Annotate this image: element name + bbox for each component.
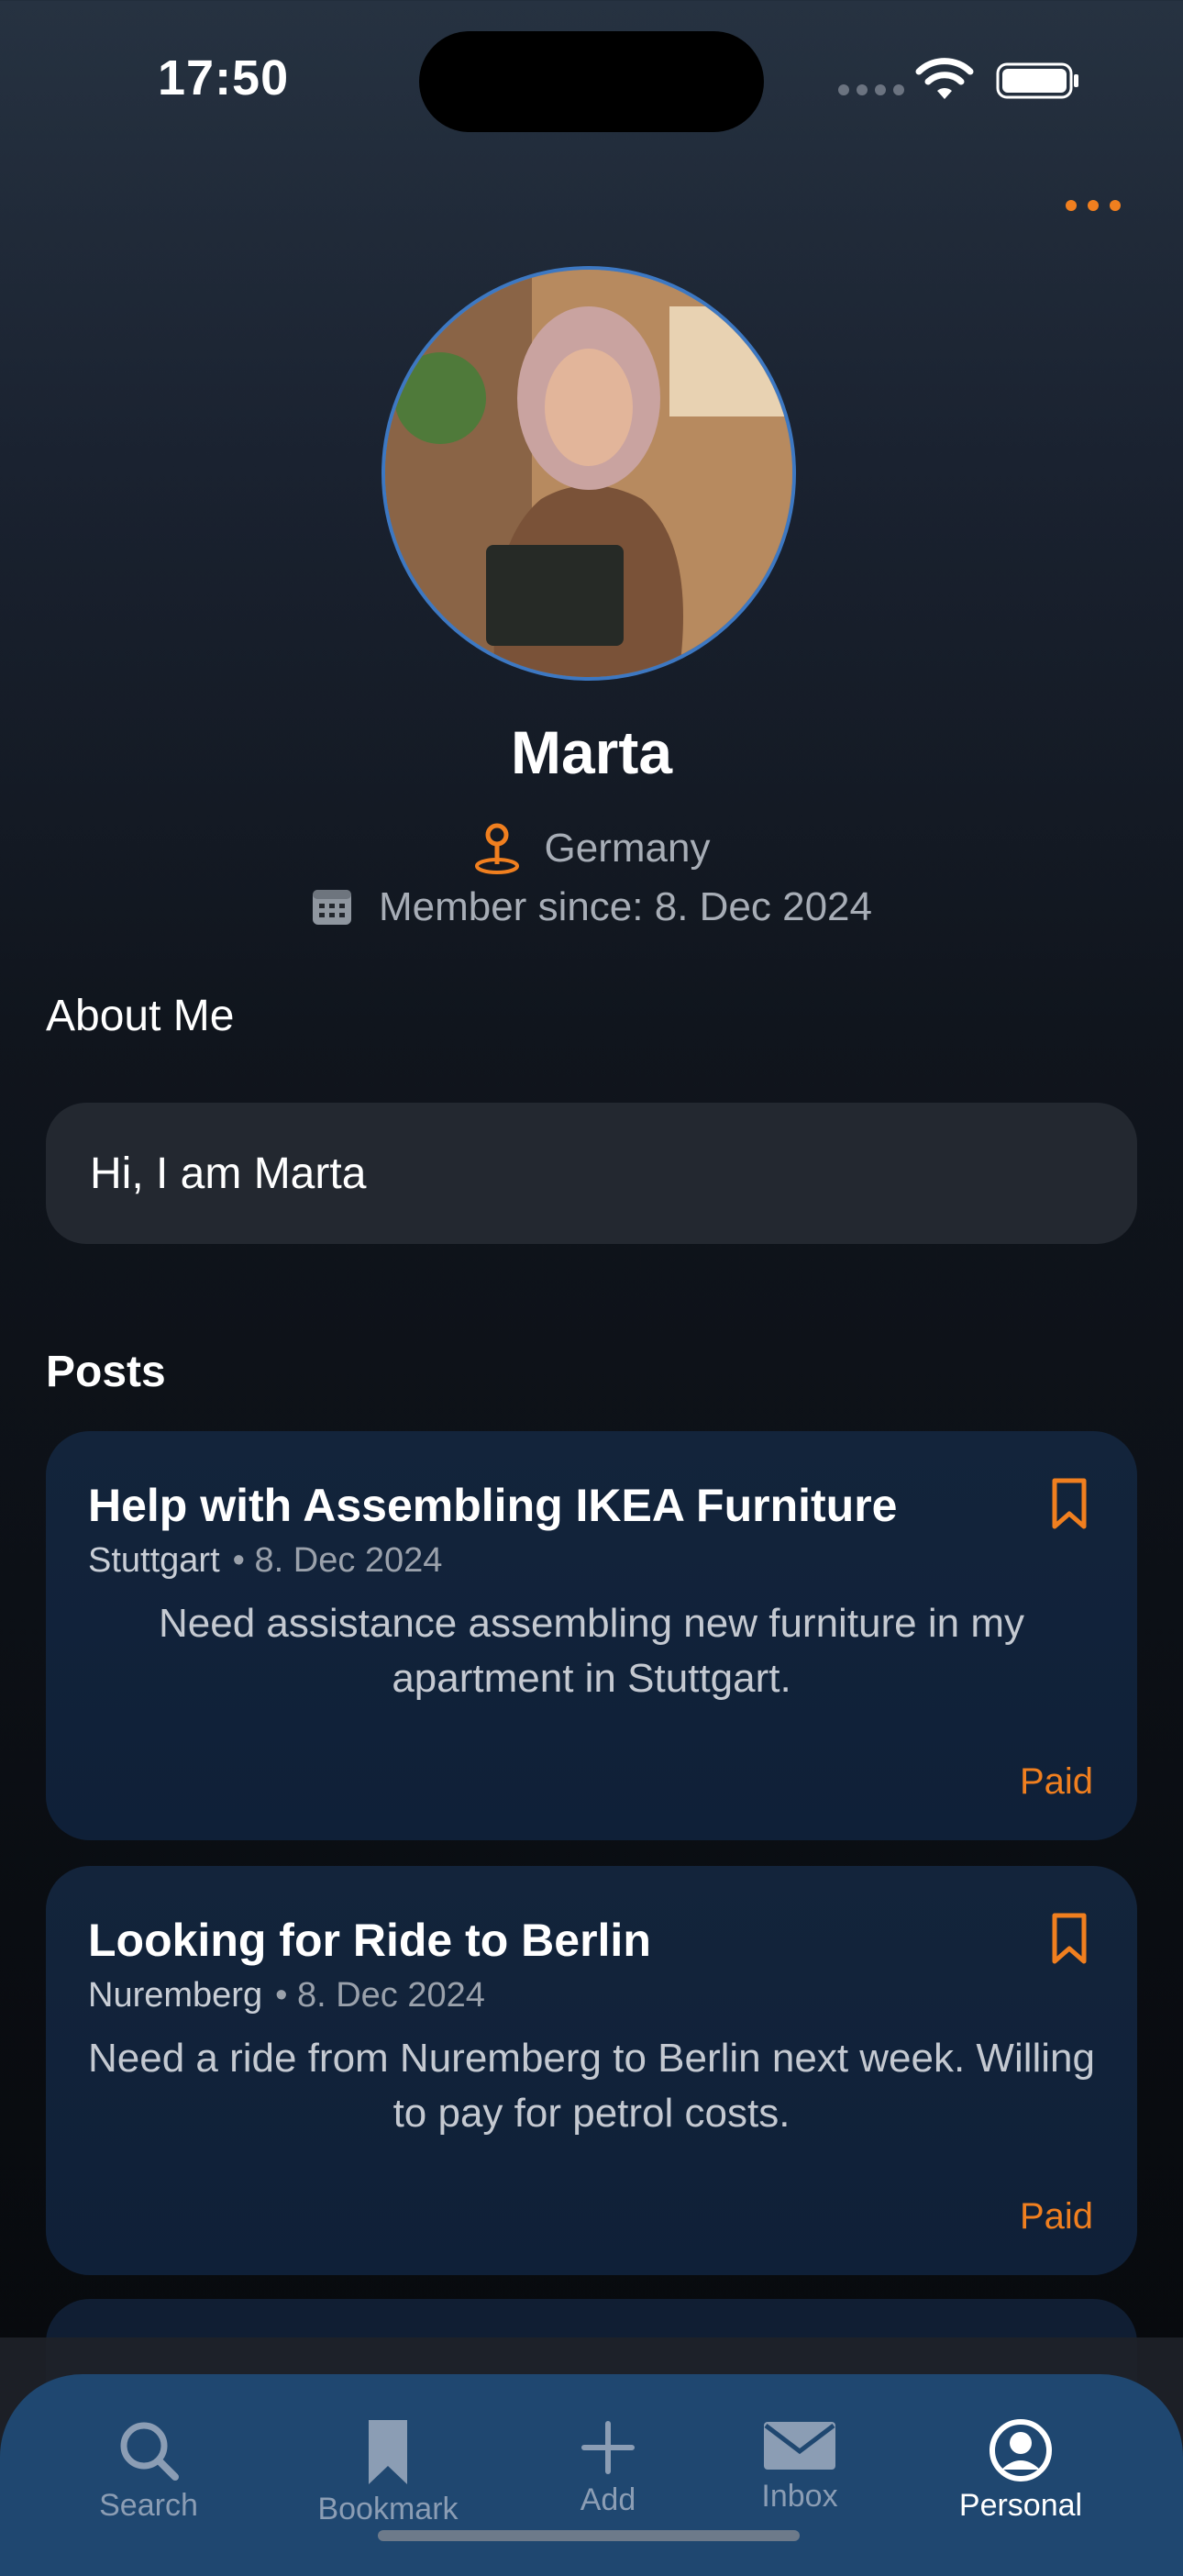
member-since-text: Member since: 8. Dec 2024 <box>378 884 873 929</box>
tab-label: Search <box>99 2488 198 2523</box>
wifi-icon <box>915 58 974 99</box>
tab-personal[interactable]: Personal <box>920 2418 1122 2524</box>
tab-search[interactable]: Search <box>48 2418 249 2524</box>
member-since-row: Member since: 8. Dec 2024 <box>0 884 1183 930</box>
location-pin-icon <box>474 823 519 874</box>
post-city: Stuttgart <box>88 1541 220 1580</box>
profile-avatar <box>381 266 796 681</box>
profile-location: Germany <box>544 826 711 871</box>
post-title: Help with Assembling IKEA Furniture <box>88 1480 898 1531</box>
post-meta: Nuremberg • 8. Dec 2024 <box>88 1976 485 2015</box>
battery-icon <box>996 62 1078 99</box>
tab-inbox[interactable]: Inbox <box>699 2418 901 2515</box>
search-icon <box>120 2422 179 2481</box>
bookmark-icon[interactable] <box>1051 1477 1088 1530</box>
post-date: • 8. Dec 2024 <box>232 1541 443 1580</box>
more-options-icon[interactable] <box>1066 200 1121 211</box>
tab-label: Inbox <box>761 2479 838 2514</box>
location-row: Germany <box>0 822 1183 875</box>
post-meta: Stuttgart • 8. Dec 2024 <box>88 1541 442 1581</box>
post-card[interactable]: Help with Assembling IKEA Furniture Stut… <box>46 1431 1137 1840</box>
envelope-icon <box>764 2422 835 2470</box>
post-price-badge: Paid <box>1019 2196 1093 2237</box>
tab-bookmark[interactable]: Bookmark <box>287 2418 489 2527</box>
dynamic-island <box>419 31 764 132</box>
post-description: Need a ride from Nuremberg to Berlin nex… <box>88 2036 1096 2136</box>
tab-add[interactable]: Add <box>507 2418 709 2518</box>
post-description: Need assistance assembling new furniture… <box>158 1601 1024 1701</box>
person-circle-icon <box>990 2419 1052 2482</box>
post-city: Nuremberg <box>88 1976 263 2015</box>
post-date: • 8. Dec 2024 <box>275 1976 485 2015</box>
post-price-badge: Paid <box>1019 1761 1093 1802</box>
status-time: 17:50 <box>158 50 290 105</box>
post-card[interactable]: Looking for Ride to Berlin Nuremberg • 8.… <box>46 1866 1137 2275</box>
avatar-photo <box>385 270 792 677</box>
home-indicator[interactable] <box>378 2530 800 2541</box>
tab-label: Add <box>580 2482 636 2517</box>
bookmark-icon[interactable] <box>1051 1912 1088 1965</box>
about-me-heading: About Me <box>46 992 235 1040</box>
calendar-icon <box>312 890 351 925</box>
tab-label: Personal <box>958 2488 1083 2523</box>
cellular-signal-icon <box>838 84 904 95</box>
plus-icon <box>581 2421 635 2474</box>
tab-label: Bookmark <box>317 2492 459 2526</box>
tab-bar: Search Bookmark Add Inbox Personal <box>0 2374 1183 2576</box>
bookmark-icon <box>369 2420 407 2484</box>
about-me-text: Hi, I am Marta <box>46 1103 1137 1244</box>
profile-name: Marta <box>510 718 673 786</box>
posts-heading: Posts <box>46 1348 166 1396</box>
post-title: Looking for Ride to Berlin <box>88 1915 651 1966</box>
